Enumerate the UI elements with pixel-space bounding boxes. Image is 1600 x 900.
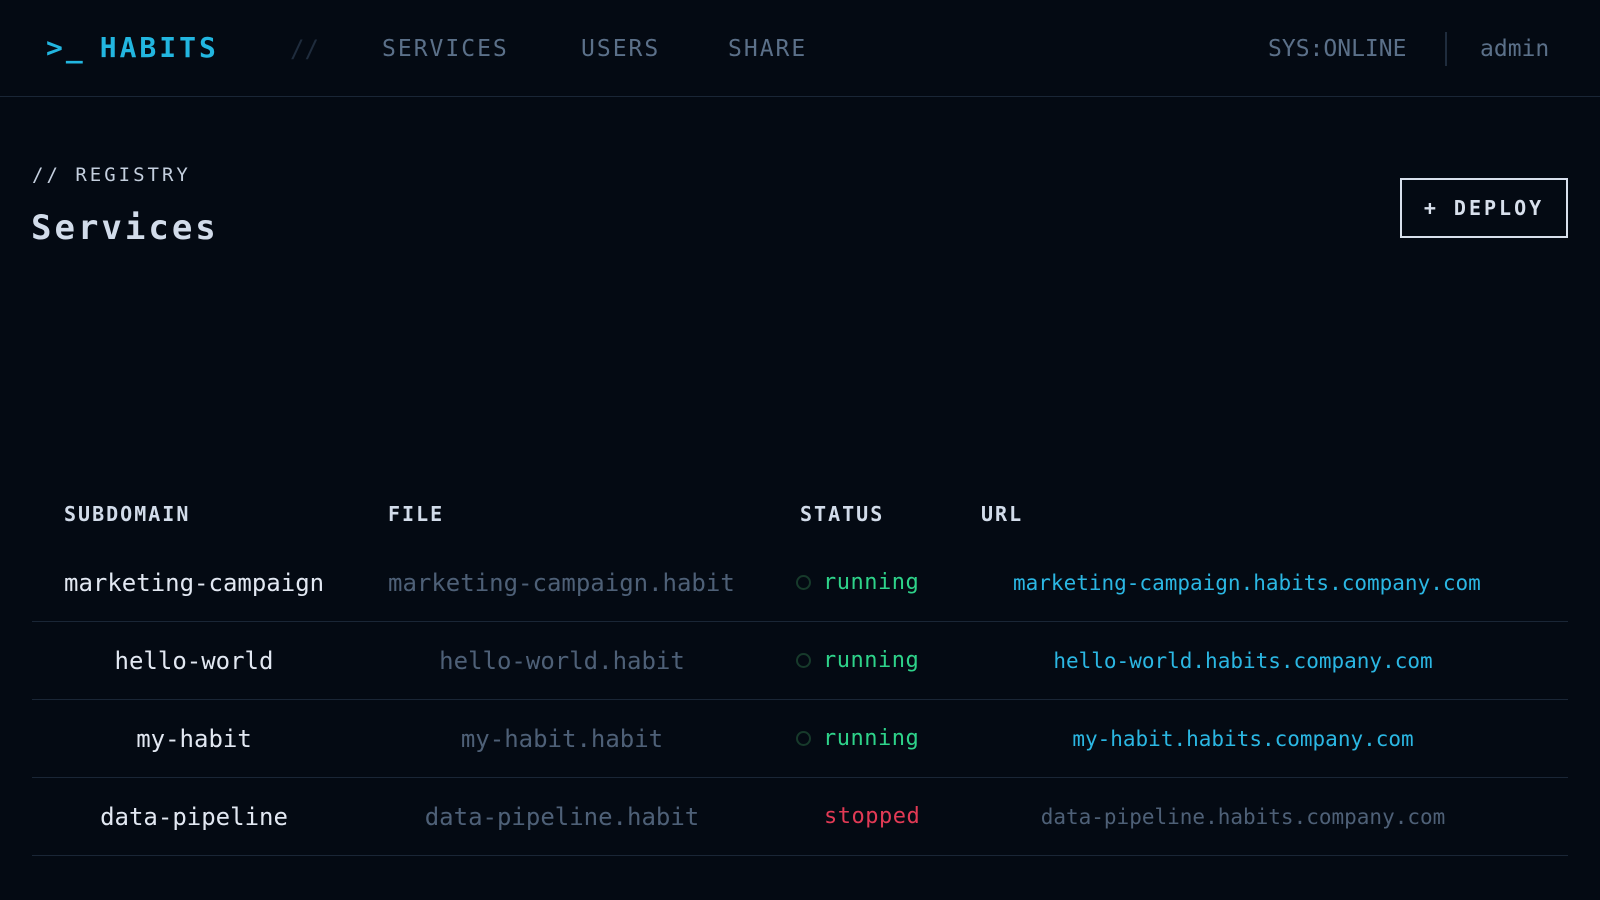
status-cell: running bbox=[796, 544, 966, 621]
status-label: running bbox=[823, 648, 920, 673]
url-cell: my-habit.habits.company.com bbox=[972, 700, 1514, 777]
service-url-link[interactable]: my-habit.habits.company.com bbox=[1072, 727, 1413, 751]
section-kicker: // REGISTRY bbox=[32, 164, 191, 186]
table-row[interactable]: hello-world hello-world.habit running he… bbox=[32, 622, 1568, 700]
system-status: SYS:ONLINE bbox=[1268, 36, 1407, 62]
status-cell: running bbox=[796, 700, 966, 777]
service-url-link[interactable]: hello-world.habits.company.com bbox=[1053, 649, 1432, 673]
deploy-button[interactable]: + DEPLOY bbox=[1400, 178, 1568, 238]
file-cell: marketing-campaign.habit bbox=[388, 568, 735, 597]
file-cell: my-habit.habit bbox=[460, 724, 664, 753]
subdomain-cell: hello-world bbox=[114, 646, 274, 675]
subdomain-cell: data-pipeline bbox=[100, 802, 288, 831]
table-row[interactable]: my-habit my-habit.habit running my-habit… bbox=[32, 700, 1568, 778]
table-header: SUBDOMAIN FILE STATUS URL bbox=[32, 492, 1568, 544]
status-dot-icon bbox=[796, 731, 811, 746]
subdomain-cell: my-habit bbox=[136, 724, 252, 753]
services-table: SUBDOMAIN FILE STATUS URL marketing-camp… bbox=[32, 492, 1568, 856]
url-cell: data-pipeline.habits.company.com bbox=[972, 778, 1514, 855]
nav-separator: // bbox=[290, 35, 319, 63]
status-cell: running bbox=[796, 622, 966, 699]
subdomain-cell: marketing-campaign bbox=[64, 568, 325, 597]
status-dot-icon bbox=[796, 653, 811, 668]
column-header-status: STATUS bbox=[800, 502, 885, 526]
status-label: running bbox=[823, 570, 920, 595]
status-label: running bbox=[823, 726, 920, 751]
nav-users[interactable]: USERS bbox=[581, 32, 660, 66]
column-header-url: URL bbox=[981, 502, 1024, 526]
nav-share[interactable]: SHARE bbox=[728, 32, 807, 66]
page-title: Services bbox=[31, 208, 219, 248]
table-row[interactable]: marketing-campaign marketing-campaign.ha… bbox=[32, 544, 1568, 622]
status-cell: stopped bbox=[796, 778, 966, 855]
file-cell: hello-world.habit bbox=[439, 646, 685, 675]
service-url-link[interactable]: marketing-campaign.habits.company.com bbox=[1013, 571, 1481, 595]
user-menu[interactable]: admin bbox=[1480, 32, 1549, 66]
status-dot-icon bbox=[796, 575, 811, 590]
top-navigation-bar: >_ HABITS // SERVICES USERS SHARE SYS:ONL… bbox=[0, 0, 1600, 97]
url-cell: hello-world.habits.company.com bbox=[972, 622, 1514, 699]
status-label: stopped bbox=[824, 804, 921, 829]
table-row[interactable]: data-pipeline data-pipeline.habit stoppe… bbox=[32, 778, 1568, 856]
app-name: HABITS bbox=[99, 31, 219, 64]
file-cell: data-pipeline.habit bbox=[424, 802, 700, 831]
terminal-prompt-icon: >_ bbox=[46, 31, 86, 64]
column-header-file: FILE bbox=[388, 502, 445, 526]
nav-services[interactable]: SERVICES bbox=[382, 32, 509, 66]
column-header-subdomain: SUBDOMAIN bbox=[64, 502, 191, 526]
app-logo[interactable]: >_ HABITS bbox=[46, 30, 219, 66]
url-cell: marketing-campaign.habits.company.com bbox=[972, 544, 1514, 621]
header-divider bbox=[1445, 32, 1447, 66]
service-url-text: data-pipeline.habits.company.com bbox=[1040, 804, 1446, 829]
